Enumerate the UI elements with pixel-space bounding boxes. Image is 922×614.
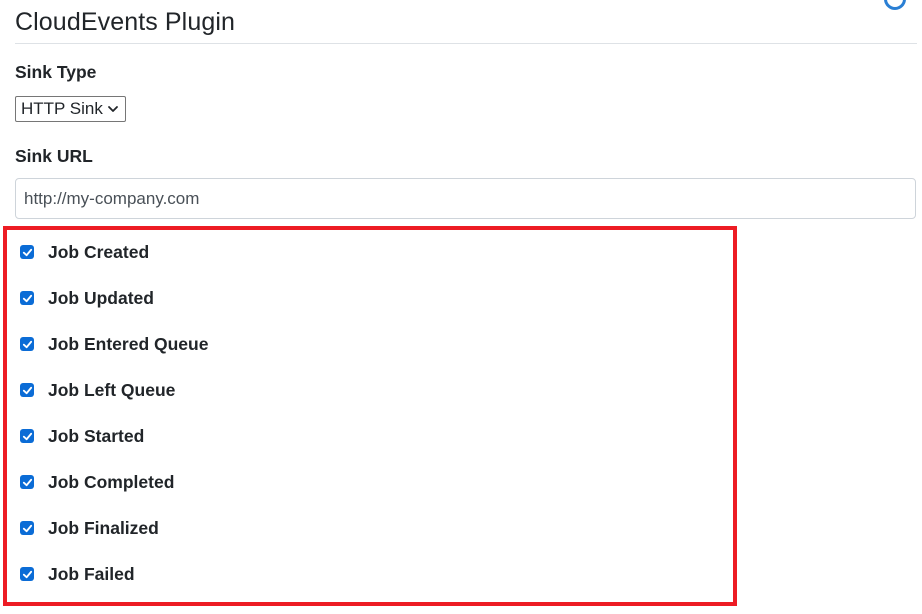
event-row-job-finalized[interactable]: Job Finalized (20, 516, 159, 540)
checkmark-icon (22, 340, 32, 348)
checkmark-icon (22, 432, 32, 440)
sink-type-label: Sink Type (15, 62, 97, 82)
job-failed-checkbox[interactable] (20, 567, 34, 581)
events-highlight-box (3, 226, 737, 606)
job-started-checkbox[interactable] (20, 429, 34, 443)
title-divider (15, 43, 917, 44)
job-started-label[interactable]: Job Started (48, 426, 144, 447)
cloudevents-plugin-page: CloudEvents Plugin Sink Type HTTP Sink S… (0, 0, 922, 614)
checkmark-icon (22, 570, 32, 578)
event-row-job-created[interactable]: Job Created (20, 240, 149, 264)
checkmark-icon (22, 248, 32, 256)
sink-url-label: Sink URL (15, 146, 93, 166)
job-created-label[interactable]: Job Created (48, 242, 149, 263)
job-failed-label[interactable]: Job Failed (48, 564, 135, 585)
checkmark-icon (22, 478, 32, 486)
job-completed-label[interactable]: Job Completed (48, 472, 174, 493)
job-left-queue-checkbox[interactable] (20, 383, 34, 397)
job-updated-label[interactable]: Job Updated (48, 288, 154, 309)
job-left-queue-label[interactable]: Job Left Queue (48, 380, 175, 401)
job-updated-checkbox[interactable] (20, 291, 34, 305)
job-completed-checkbox[interactable] (20, 475, 34, 489)
job-entered-queue-label[interactable]: Job Entered Queue (48, 334, 208, 355)
checkmark-icon (22, 386, 32, 394)
chevron-down-icon (108, 106, 118, 112)
checkmark-icon (22, 294, 32, 302)
partial-circle-icon (884, 0, 906, 10)
sink-url-input[interactable] (15, 178, 916, 219)
sink-type-selected-value: HTTP Sink (21, 99, 103, 118)
job-finalized-checkbox[interactable] (20, 521, 34, 535)
job-entered-queue-checkbox[interactable] (20, 337, 34, 351)
event-row-job-completed[interactable]: Job Completed (20, 470, 174, 494)
sink-type-select[interactable]: HTTP Sink (15, 96, 126, 122)
event-row-job-started[interactable]: Job Started (20, 424, 144, 448)
job-finalized-label[interactable]: Job Finalized (48, 518, 159, 539)
event-row-job-failed[interactable]: Job Failed (20, 562, 135, 586)
job-created-checkbox[interactable] (20, 245, 34, 259)
event-row-job-entered-queue[interactable]: Job Entered Queue (20, 332, 208, 356)
checkmark-icon (22, 524, 32, 532)
event-row-job-left-queue[interactable]: Job Left Queue (20, 378, 175, 402)
plugin-title: CloudEvents Plugin (15, 8, 235, 36)
event-row-job-updated[interactable]: Job Updated (20, 286, 154, 310)
